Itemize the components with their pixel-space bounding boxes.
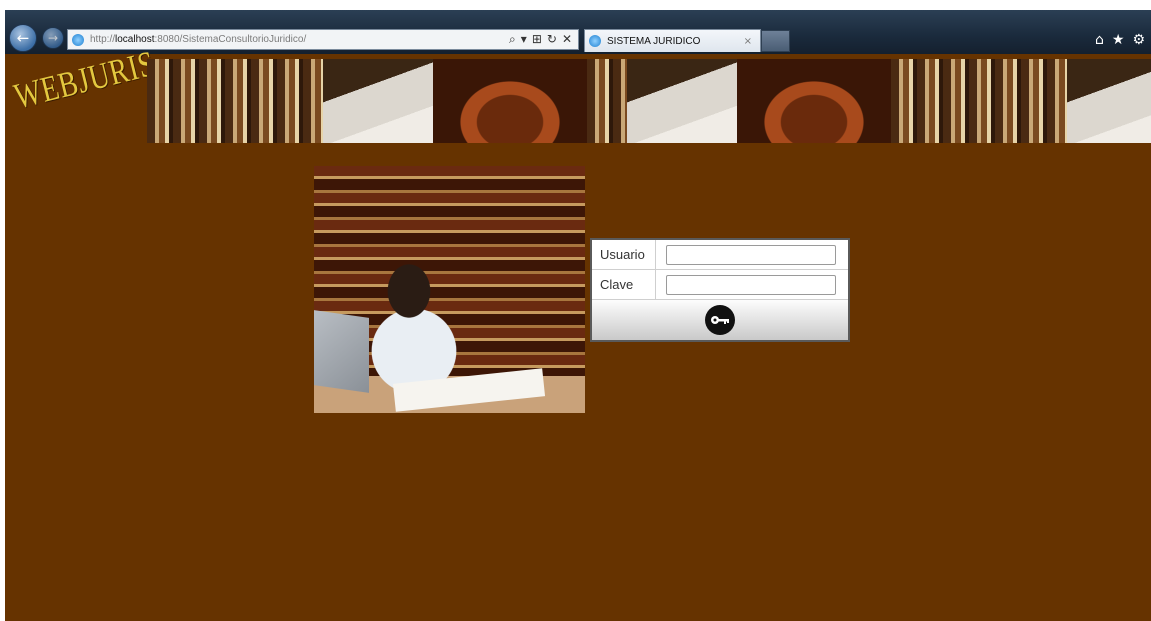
laptop-illustration <box>314 310 369 393</box>
papers-illustration <box>392 368 546 412</box>
banner-image-bookshelf <box>891 59 1067 143</box>
password-row: Clave <box>592 270 848 300</box>
tab-title: SISTEMA JURIDICO <box>607 35 701 47</box>
stop-icon[interactable]: ✕ <box>562 32 572 47</box>
banner-image-pen <box>323 59 433 143</box>
search-icon[interactable]: ⌕ <box>509 32 516 47</box>
key-icon <box>711 316 729 324</box>
browser-tab[interactable]: SISTEMA JURIDICO × <box>584 29 761 52</box>
header-banner <box>147 59 1151 143</box>
banner-image-gavel <box>433 59 587 143</box>
tab-close-icon[interactable]: × <box>744 36 752 47</box>
username-input[interactable] <box>666 244 836 265</box>
login-form: Usuario Clave <box>590 238 850 342</box>
login-button[interactable] <box>705 305 735 335</box>
browser-window: ← → http://localhost:8080/SistemaConsult… <box>5 10 1151 621</box>
ie-icon <box>72 33 84 46</box>
url-prefix: http:// <box>90 34 116 45</box>
refresh-icon[interactable]: ↻ <box>547 32 557 47</box>
browser-chrome: ← → http://localhost:8080/SistemaConsult… <box>5 10 1151 54</box>
settings-gear-icon[interactable]: ⚙ <box>1132 32 1145 48</box>
back-button[interactable]: ← <box>9 24 37 52</box>
url-path: :8080/SistemaConsultorioJuridico/ <box>154 34 307 45</box>
username-label: Usuario <box>592 240 656 269</box>
home-icon[interactable]: ⌂ <box>1095 32 1104 48</box>
password-input[interactable] <box>666 274 836 295</box>
banner-image-pen <box>1067 59 1151 143</box>
favorites-star-icon[interactable]: ★ <box>1112 32 1125 48</box>
dropdown-icon[interactable]: ▾ <box>521 32 527 47</box>
tab-ie-icon <box>589 35 601 47</box>
username-row: Usuario <box>592 240 848 270</box>
banner-image-pen <box>627 59 737 143</box>
lawyer-photo <box>314 166 585 413</box>
compatibility-icon[interactable]: ⊞ <box>532 32 542 47</box>
login-button-row <box>592 300 848 340</box>
password-label: Clave <box>592 270 656 299</box>
forward-button[interactable]: → <box>42 27 64 49</box>
banner-image-gavel <box>737 59 891 143</box>
banner-image-bookshelf <box>587 59 627 143</box>
new-tab-button[interactable] <box>761 30 790 52</box>
banner-image-bookshelf <box>147 59 323 143</box>
